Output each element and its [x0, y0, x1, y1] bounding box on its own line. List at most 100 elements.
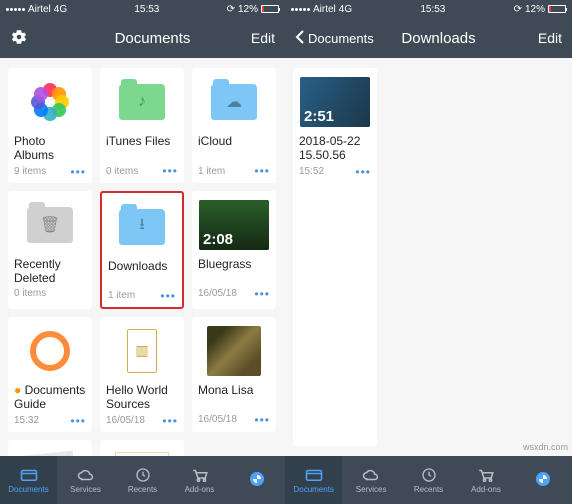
tile-title: 2018-05-22 15.50.56 — [299, 134, 371, 163]
folder-icon: 🗑 — [27, 207, 73, 243]
tab-bar: Documents Services Recents Add-ons — [0, 456, 285, 504]
tab-recents[interactable]: Recents — [400, 456, 457, 504]
tab-documents[interactable]: Documents — [0, 456, 57, 504]
compass-icon — [250, 472, 264, 486]
signal-icon — [6, 8, 25, 11]
more-icon[interactable]: ••• — [70, 414, 86, 428]
cloud-icon — [76, 467, 96, 483]
page-title: Downloads — [401, 30, 475, 47]
file-hello-world-sources[interactable]: ▥ Hello World Sources 16/05/18 ••• — [100, 317, 184, 432]
tile-meta: 9 items — [14, 166, 46, 177]
edit-button[interactable]: Edit — [522, 30, 562, 46]
nav-bar: Documents Downloads Edit — [285, 18, 572, 58]
more-icon[interactable]: ••• — [355, 165, 371, 179]
nav-bar: Documents Edit — [0, 18, 285, 58]
cloud-icon — [361, 467, 381, 483]
status-bar: Airtel 4G 15:53 ⟳ 12% — [0, 0, 285, 18]
back-label: Documents — [308, 31, 374, 46]
file-picture[interactable]: Picture — [8, 440, 92, 456]
battery-icon — [261, 5, 279, 13]
compass-icon — [536, 472, 550, 486]
tile-title: iTunes Files — [106, 134, 178, 162]
tab-bar: Documents Services Recents Add-ons — [285, 456, 572, 504]
more-icon[interactable]: ••• — [160, 289, 176, 303]
tile-meta: 16/05/18 — [106, 415, 145, 426]
tile-meta: 16/05/18 — [198, 288, 237, 299]
documents-icon — [19, 467, 39, 483]
tile-title: Bluegrass — [198, 257, 270, 285]
tile-title: Downloads — [108, 259, 176, 287]
battery-pct: 12% — [238, 4, 258, 15]
tab-documents[interactable]: Documents — [285, 456, 342, 504]
signal-icon — [291, 8, 310, 11]
tile-meta: 15:52 — [299, 166, 324, 177]
carrier-label: Airtel — [28, 4, 51, 15]
image-thumb — [207, 326, 261, 376]
network-label: 4G — [339, 4, 352, 15]
tab-browser[interactable] — [228, 456, 285, 504]
tile-title: Mona Lisa — [198, 383, 270, 411]
cart-icon — [476, 467, 496, 483]
tile-meta: 16/05/18 — [198, 414, 237, 425]
video-thumb: 2:08 — [199, 200, 269, 250]
folder-icon: ⭳ — [119, 209, 165, 245]
tile-meta: 1 item — [108, 290, 135, 301]
tab-services[interactable]: Services — [57, 456, 114, 504]
folder-photo-albums[interactable]: Photo Albums 9 items ••• — [8, 68, 92, 183]
network-label: 4G — [54, 4, 67, 15]
documents-grid[interactable]: Photo Albums 9 items ••• ♪ iTunes Files 0… — [0, 58, 285, 456]
folder-itunes-files[interactable]: ♪ iTunes Files 0 items ••• — [100, 68, 184, 183]
battery-icon — [548, 5, 566, 13]
tile-title: ● Documents Guide — [14, 383, 86, 412]
tile-title: iCloud — [198, 134, 270, 162]
tile-meta: 1 item — [198, 166, 225, 177]
refresh-icon: ⟳ — [227, 4, 235, 15]
status-bar: Airtel 4G 15:53 ⟳ 12% — [285, 0, 572, 18]
status-time: 15:53 — [134, 4, 159, 15]
clock-icon — [133, 467, 153, 483]
clock-icon — [419, 467, 439, 483]
folder-icon: ♪ — [119, 84, 165, 120]
folder-icon: ☁ — [211, 84, 257, 120]
more-icon[interactable]: ••• — [162, 164, 178, 178]
folder-recently-deleted[interactable]: 🗑 Recently Deleted 0 items — [8, 191, 92, 309]
file-quotes[interactable]: Mark Twain QuotesA lie can travel half w… — [100, 440, 184, 456]
tile-meta: 0 items — [14, 288, 46, 299]
carrier-label: Airtel — [313, 4, 336, 15]
more-icon[interactable]: ••• — [162, 414, 178, 428]
chevron-left-icon — [295, 30, 305, 47]
tile-meta: 15:32 — [14, 415, 39, 426]
zip-icon: ▥ — [127, 329, 157, 373]
tab-recents[interactable]: Recents — [114, 456, 171, 504]
tab-services[interactable]: Services — [342, 456, 399, 504]
tile-title: Photo Albums — [14, 134, 86, 163]
tile-title: Hello World Sources — [106, 383, 178, 412]
edit-button[interactable]: Edit — [235, 30, 275, 46]
tab-addons[interactable]: Add-ons — [457, 456, 514, 504]
documents-icon — [304, 467, 324, 483]
downloads-grid[interactable]: 2:51 2018-05-22 15.50.56 15:52 ••• — [285, 58, 572, 456]
more-icon[interactable]: ••• — [254, 164, 270, 178]
lifebuoy-icon — [30, 331, 70, 371]
tile-title: Recently Deleted — [14, 257, 86, 286]
tab-browser[interactable] — [515, 456, 572, 504]
more-icon[interactable]: ••• — [254, 287, 270, 301]
back-button[interactable]: Documents — [295, 30, 355, 47]
folder-icloud[interactable]: ☁ iCloud 1 item ••• — [192, 68, 276, 183]
file-mona-lisa[interactable]: Mona Lisa 16/05/18 ••• — [192, 317, 276, 432]
more-icon[interactable]: ••• — [254, 413, 270, 427]
folder-downloads[interactable]: ⭳ Downloads 1 item ••• — [100, 191, 184, 309]
file-documents-guide[interactable]: ● Documents Guide 15:32 ••• — [8, 317, 92, 432]
file-video-download[interactable]: 2:51 2018-05-22 15.50.56 15:52 ••• — [293, 68, 377, 446]
file-bluegrass[interactable]: 2:08 Bluegrass 16/05/18 ••• — [192, 191, 276, 309]
page-title: Documents — [115, 30, 191, 47]
video-thumb: 2:51 — [300, 77, 370, 127]
battery-pct: 12% — [525, 4, 545, 15]
status-time: 15:53 — [420, 4, 445, 15]
more-icon[interactable]: ••• — [70, 165, 86, 179]
phone-left: Airtel 4G 15:53 ⟳ 12% Documents Edit — [0, 0, 285, 504]
tab-addons[interactable]: Add-ons — [171, 456, 228, 504]
tile-meta: 0 items — [106, 166, 138, 177]
settings-icon[interactable] — [10, 28, 28, 49]
photos-icon — [30, 82, 70, 122]
